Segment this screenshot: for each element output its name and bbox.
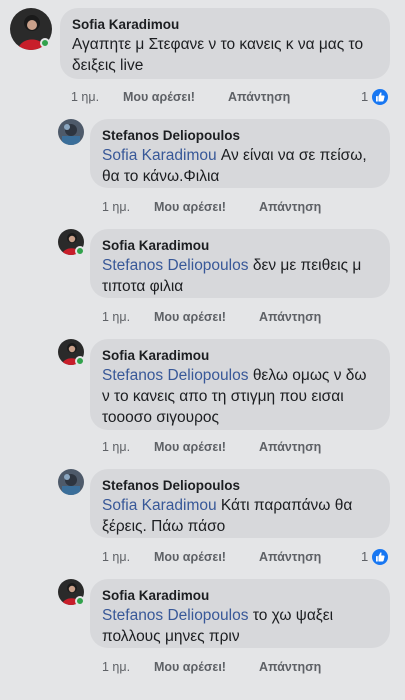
comment-bubble: Stefanos Deliopoulos Sofia Karadimou Κάτ…	[90, 469, 390, 538]
like-thumb-icon	[371, 548, 389, 566]
avatar[interactable]	[58, 469, 84, 495]
comment-text: Stefanos Deliopoulos θελω ομως ν δω ν το…	[102, 365, 378, 428]
comment-text: Stefanos Deliopoulos δεν με πειθεις μ τι…	[102, 255, 378, 297]
online-status-dot	[75, 596, 85, 606]
comment-text: Sofia Karadimou Κάτι παραπάνω θα ξέρεις.…	[102, 495, 378, 537]
reply-comment: Stefanos Deliopoulos Sofia Karadimou Αν …	[0, 115, 405, 225]
comment-actions: 1 ημ. Μου αρέσει! Απάντηση	[102, 660, 392, 676]
reaction-summary[interactable]: 1	[361, 88, 401, 107]
like-thumb-icon	[371, 88, 389, 106]
comment-author[interactable]: Sofia Karadimou	[72, 16, 378, 34]
reaction-count: 1	[361, 89, 369, 104]
comment-timestamp[interactable]: 1 ημ.	[102, 440, 130, 454]
comment-author[interactable]: Sofia Karadimou	[102, 237, 378, 255]
comment-bubble: Sofia Karadimou Αγαπητε μ Στεφανε ν το κ…	[60, 8, 390, 79]
reaction-summary[interactable]: 1	[361, 548, 401, 567]
comment-actions: 1 ημ. Μου αρέσει! Απάντηση	[102, 440, 392, 456]
comment-author[interactable]: Stefanos Deliopoulos	[102, 477, 378, 495]
like-button[interactable]: Μου αρέσει!	[154, 440, 226, 454]
online-status-dot	[75, 246, 85, 256]
reaction-count: 1	[361, 549, 369, 564]
comment-actions: 1 ημ. Μου αρέσει! Απάντηση	[102, 200, 392, 216]
comment-text: Sofia Karadimou Αν είναι να σε πείσω, θα…	[102, 145, 378, 187]
comment: Sofia Karadimou Αγαπητε μ Στεφανε ν το κ…	[0, 0, 405, 115]
reply-button[interactable]: Απάντηση	[259, 200, 321, 214]
reply-button[interactable]: Απάντηση	[259, 310, 321, 324]
like-button[interactable]: Μου αρέσει!	[154, 550, 226, 564]
mention-link[interactable]: Stefanos Deliopoulos	[102, 367, 249, 384]
reply-button[interactable]: Απάντηση	[259, 550, 321, 564]
comment-actions: 1 ημ. Μου αρέσει! Απάντηση	[102, 310, 392, 326]
comment-text: Αγαπητε μ Στεφανε ν το κανεις κ να μας τ…	[72, 34, 378, 76]
mention-link[interactable]: Stefanos Deliopoulos	[102, 607, 249, 624]
comment-timestamp[interactable]: 1 ημ.	[102, 660, 130, 674]
comment-actions: 1 ημ. Μου αρέσει! Απάντηση	[71, 90, 401, 106]
comment-bubble: Stefanos Deliopoulos Sofia Karadimou Αν …	[90, 119, 390, 188]
comment-author[interactable]: Sofia Karadimou	[102, 347, 378, 365]
like-button[interactable]: Μου αρέσει!	[154, 310, 226, 324]
mention-link[interactable]: Sofia Karadimou	[102, 147, 217, 164]
reply-button[interactable]: Απάντηση	[259, 440, 321, 454]
like-button[interactable]: Μου αρέσει!	[154, 660, 226, 674]
reply-button[interactable]: Απάντηση	[228, 90, 290, 104]
reply-button[interactable]: Απάντηση	[259, 660, 321, 674]
comment-timestamp[interactable]: 1 ημ.	[71, 90, 99, 104]
reply-comment: Stefanos Deliopoulos Sofia Karadimou Κάτ…	[0, 465, 405, 575]
comment-actions: 1 ημ. Μου αρέσει! Απάντηση	[102, 550, 362, 566]
online-status-dot	[40, 38, 50, 48]
online-status-dot	[75, 356, 85, 366]
reply-comment: Sofia Karadimou Stefanos Deliopoulos δεν…	[0, 225, 405, 335]
comment-bubble: Sofia Karadimou Stefanos Deliopoulos δεν…	[90, 229, 390, 298]
comment-timestamp[interactable]: 1 ημ.	[102, 200, 130, 214]
avatar[interactable]	[58, 119, 84, 145]
comment-timestamp[interactable]: 1 ημ.	[102, 550, 130, 564]
comment-author[interactable]: Sofia Karadimou	[102, 587, 378, 605]
mention-link[interactable]: Stefanos Deliopoulos	[102, 257, 249, 274]
like-button[interactable]: Μου αρέσει!	[123, 90, 195, 104]
mention-link[interactable]: Sofia Karadimou	[102, 497, 217, 514]
comment-text: Stefanos Deliopoulos το χω ψαξει πολλους…	[102, 605, 378, 647]
like-button[interactable]: Μου αρέσει!	[154, 200, 226, 214]
reply-comment: Sofia Karadimou Stefanos Deliopoulos θελ…	[0, 335, 405, 465]
comment-timestamp[interactable]: 1 ημ.	[102, 310, 130, 324]
reply-comment: Sofia Karadimou Stefanos Deliopoulos το …	[0, 575, 405, 685]
comment-author[interactable]: Stefanos Deliopoulos	[102, 127, 378, 145]
comment-bubble: Sofia Karadimou Stefanos Deliopoulos το …	[90, 579, 390, 648]
comment-bubble: Sofia Karadimou Stefanos Deliopoulos θελ…	[90, 339, 390, 430]
comment-text-body: Αγαπητε μ Στεφανε ν το κανεις κ να μας τ…	[72, 36, 364, 74]
